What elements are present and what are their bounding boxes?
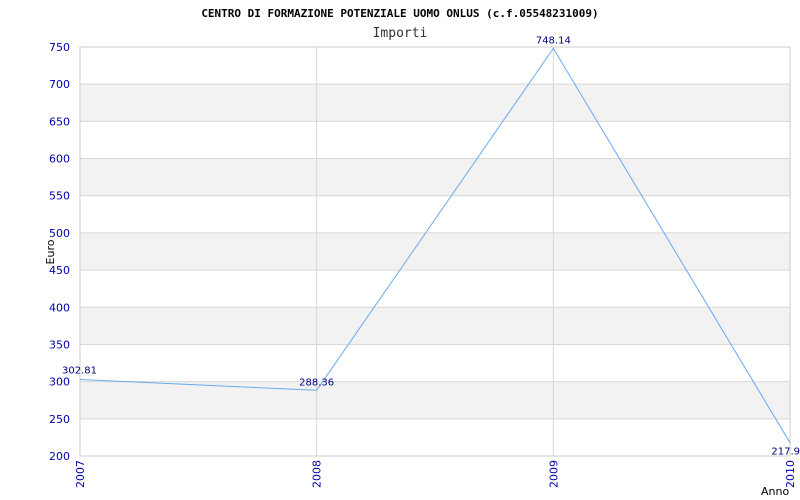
- y-tick-label: 250: [49, 413, 70, 426]
- y-tick-label: 350: [49, 338, 70, 351]
- x-tick-label: 2007: [74, 460, 87, 488]
- y-tick-label: 500: [49, 227, 70, 240]
- y-tick-label: 650: [49, 115, 70, 128]
- grid-band: [80, 307, 790, 345]
- x-tick-label: 2009: [547, 460, 560, 488]
- y-tick-label: 750: [49, 41, 70, 54]
- data-label: 302.81: [62, 366, 97, 377]
- y-tick-label: 400: [49, 301, 70, 314]
- y-tick-label: 300: [49, 376, 70, 389]
- y-tick-label: 550: [49, 190, 70, 203]
- chart-title: CENTRO DI FORMAZIONE POTENZIALE UOMO ONL…: [201, 7, 598, 20]
- y-axis-label: Euro: [44, 239, 57, 264]
- grid-bands: [80, 84, 790, 419]
- chart: CENTRO DI FORMAZIONE POTENZIALE UOMO ONL…: [44, 7, 800, 498]
- y-tick-label: 450: [49, 264, 70, 277]
- grid-band: [80, 381, 790, 419]
- x-tick-labels: 2007 2008 2009 2010: [74, 460, 797, 488]
- x-tick-label: 2008: [311, 460, 324, 488]
- grid-band: [80, 84, 790, 122]
- chart-subtitle: Importi: [373, 26, 428, 41]
- x-tick-label: 2010: [784, 460, 797, 488]
- data-label: 288.36: [299, 377, 334, 388]
- grid-band: [80, 158, 790, 196]
- data-label: 748.14: [536, 35, 571, 46]
- y-tick-label: 200: [49, 450, 70, 463]
- data-label: 217.9: [771, 447, 800, 458]
- y-tick-label: 600: [49, 153, 70, 166]
- y-tick-label: 700: [49, 78, 70, 91]
